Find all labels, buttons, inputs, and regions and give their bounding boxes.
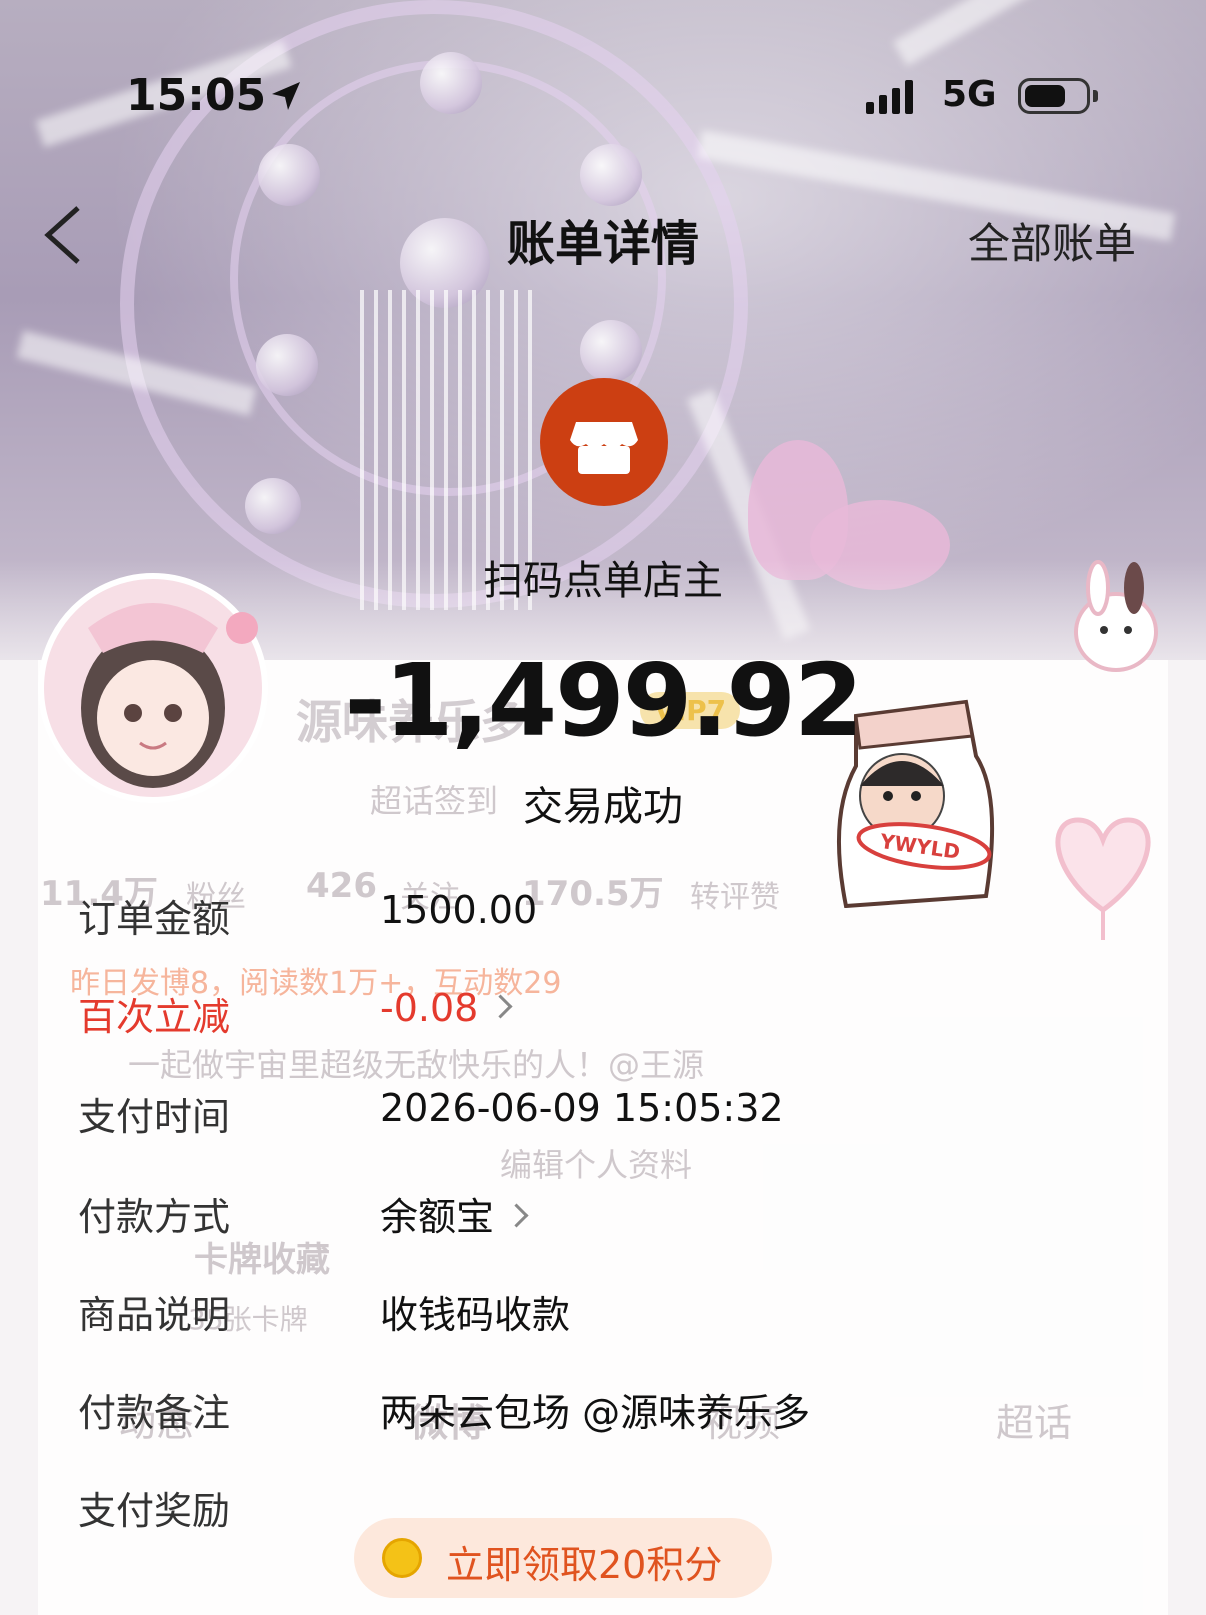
disco-orb bbox=[256, 334, 318, 396]
claim-reward-label: 立即领取20积分 bbox=[446, 1543, 723, 1587]
ghost-likes-count: 170.5万 bbox=[522, 874, 664, 914]
light-beam bbox=[893, 0, 1167, 67]
discount-label: 百次立减 bbox=[78, 995, 231, 1039]
ghost-likes-label: 转评赞 bbox=[690, 880, 780, 915]
merchant-logo bbox=[540, 378, 668, 506]
goods-desc-value: 收钱码收款 bbox=[380, 1293, 571, 1337]
pay-method-row[interactable]: 余额宝 bbox=[380, 1186, 529, 1241]
disco-orb bbox=[245, 478, 301, 534]
coin-icon bbox=[382, 1538, 422, 1578]
battery-tip bbox=[1093, 90, 1098, 102]
ghost-tab: 超话 bbox=[996, 1401, 1073, 1445]
disco-orb bbox=[580, 320, 642, 382]
claim-reward-button[interactable]: 立即领取20积分 bbox=[354, 1518, 772, 1598]
store-icon bbox=[570, 422, 638, 474]
disco-orb bbox=[258, 144, 320, 206]
pay-time-value: 2026-06-09 15:05:32 bbox=[380, 1086, 784, 1130]
disco-orb bbox=[580, 144, 642, 206]
transaction-amount: -1,499.92 bbox=[344, 642, 864, 759]
status-time: 15:05 bbox=[126, 70, 267, 121]
network-type: 5G bbox=[942, 74, 997, 115]
transaction-status: 交易成功 bbox=[523, 784, 683, 830]
chevron-right-icon bbox=[504, 1203, 529, 1228]
chevron-right-icon bbox=[488, 994, 513, 1019]
pay-remark-value: 两朵云包场 @源味养乐多 bbox=[380, 1391, 811, 1435]
all-bills-link[interactable]: 全部账单 bbox=[968, 210, 1136, 271]
ghost-edit-profile: 编辑个人资料 bbox=[500, 1146, 693, 1184]
location-arrow-icon bbox=[272, 82, 300, 110]
ghost-bio: 一起做宇宙里超级无敌快乐的人！@王源 bbox=[128, 1046, 705, 1084]
disco-orb bbox=[420, 52, 482, 114]
order-amount-label: 订单金额 bbox=[78, 897, 231, 941]
pay-time-label: 支付时间 bbox=[78, 1095, 231, 1139]
ghost-follow-count: 426 bbox=[306, 866, 377, 906]
cellular-signal-icon bbox=[866, 80, 913, 114]
pay-remark-label: 付款备注 bbox=[78, 1391, 231, 1435]
pay-reward-label: 支付奖励 bbox=[78, 1489, 231, 1533]
discount-value: -0.08 bbox=[380, 986, 479, 1030]
goods-desc-label: 商品说明 bbox=[78, 1293, 231, 1337]
pay-method-label: 付款方式 bbox=[78, 1195, 231, 1239]
pay-method-value: 余额宝 bbox=[380, 1195, 495, 1239]
merchant-name: 扫码点单店主 bbox=[483, 558, 723, 604]
battery-icon bbox=[1018, 78, 1090, 114]
discount-row[interactable]: -0.08 bbox=[380, 986, 513, 1030]
order-amount-value: 1500.00 bbox=[380, 888, 538, 932]
